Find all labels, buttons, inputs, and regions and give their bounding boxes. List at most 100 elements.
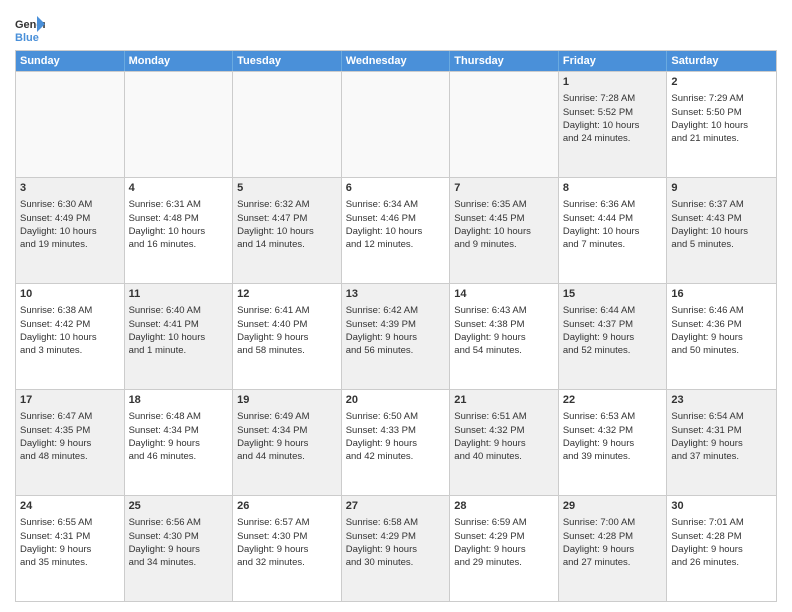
calendar-cell: 19Sunrise: 6:49 AMSunset: 4:34 PMDayligh… — [233, 390, 342, 495]
day-info: Sunrise: 7:01 AM — [671, 516, 772, 529]
day-info: Sunrise: 7:28 AM — [563, 92, 663, 105]
day-info: Daylight: 9 hours — [129, 437, 229, 450]
day-info: and 37 minutes. — [671, 450, 772, 463]
day-info: Daylight: 9 hours — [563, 437, 663, 450]
day-info: and 34 minutes. — [129, 556, 229, 569]
day-info: and 54 minutes. — [454, 344, 554, 357]
calendar-cell: 13Sunrise: 6:42 AMSunset: 4:39 PMDayligh… — [342, 284, 451, 389]
calendar-cell: 12Sunrise: 6:41 AMSunset: 4:40 PMDayligh… — [233, 284, 342, 389]
header-day-friday: Friday — [559, 51, 668, 71]
calendar-cell — [342, 72, 451, 177]
day-info: Daylight: 10 hours — [20, 331, 120, 344]
logo: General Blue — [15, 14, 49, 44]
day-number: 1 — [563, 75, 663, 90]
calendar-cell: 28Sunrise: 6:59 AMSunset: 4:29 PMDayligh… — [450, 496, 559, 601]
day-info: and 3 minutes. — [20, 344, 120, 357]
day-number: 7 — [454, 181, 554, 196]
day-info: Daylight: 9 hours — [346, 331, 446, 344]
day-info: Daylight: 9 hours — [346, 437, 446, 450]
day-info: Daylight: 9 hours — [454, 437, 554, 450]
page: General Blue SundayMondayTuesdayWednesda… — [0, 0, 792, 612]
calendar: SundayMondayTuesdayWednesdayThursdayFrid… — [15, 50, 777, 602]
day-info: Daylight: 9 hours — [129, 543, 229, 556]
day-info: Daylight: 10 hours — [237, 225, 337, 238]
day-number: 6 — [346, 181, 446, 196]
day-number: 4 — [129, 181, 229, 196]
calendar-cell: 21Sunrise: 6:51 AMSunset: 4:32 PMDayligh… — [450, 390, 559, 495]
day-info: Sunrise: 6:44 AM — [563, 304, 663, 317]
day-info: Sunrise: 7:29 AM — [671, 92, 772, 105]
day-number: 26 — [237, 499, 337, 514]
day-info: Sunset: 4:30 PM — [129, 530, 229, 543]
calendar-row-0: 1 Sunrise: 7:28 AMSunset: 5:52 PMDaylight… — [16, 71, 776, 177]
calendar-cell: 1 Sunrise: 7:28 AMSunset: 5:52 PMDaylight… — [559, 72, 668, 177]
calendar-cell: 4Sunrise: 6:31 AMSunset: 4:48 PMDaylight… — [125, 178, 234, 283]
day-info: and 56 minutes. — [346, 344, 446, 357]
day-info: Sunrise: 6:53 AM — [563, 410, 663, 423]
day-info: and 35 minutes. — [20, 556, 120, 569]
day-info: Daylight: 10 hours — [346, 225, 446, 238]
day-info: Daylight: 9 hours — [346, 543, 446, 556]
calendar-cell: 17Sunrise: 6:47 AMSunset: 4:35 PMDayligh… — [16, 390, 125, 495]
day-info: Sunrise: 6:32 AM — [237, 198, 337, 211]
day-info: and 14 minutes. — [237, 238, 337, 251]
day-info: Sunset: 4:43 PM — [671, 212, 772, 225]
calendar-cell — [450, 72, 559, 177]
day-info: Sunrise: 6:58 AM — [346, 516, 446, 529]
day-info: Daylight: 10 hours — [563, 119, 663, 132]
day-number: 8 — [563, 181, 663, 196]
calendar-row-1: 3Sunrise: 6:30 AMSunset: 4:49 PMDaylight… — [16, 177, 776, 283]
day-info: Sunrise: 6:56 AM — [129, 516, 229, 529]
day-info: and 7 minutes. — [563, 238, 663, 251]
day-number: 17 — [20, 393, 120, 408]
calendar-cell: 26Sunrise: 6:57 AMSunset: 4:30 PMDayligh… — [233, 496, 342, 601]
day-info: and 30 minutes. — [346, 556, 446, 569]
calendar-body: 1Sunrise: 7:28 AMSunset: 5:52 PMDaylight… — [16, 71, 776, 601]
day-info: Daylight: 9 hours — [563, 543, 663, 556]
day-number: 10 — [20, 287, 120, 302]
day-number: 16 — [671, 287, 772, 302]
day-info: Daylight: 9 hours — [454, 331, 554, 344]
day-info: Sunset: 4:36 PM — [671, 318, 772, 331]
calendar-cell: 8Sunrise: 6:36 AMSunset: 4:44 PMDaylight… — [559, 178, 668, 283]
calendar-cell: 25 Sunrise: 6:56 AMSunset: 4:30 PMDayligh… — [125, 496, 234, 601]
day-info: Sunrise: 6:57 AM — [237, 516, 337, 529]
header-day-sunday: Sunday — [16, 51, 125, 71]
day-info: Sunrise: 7:00 AM — [563, 516, 663, 529]
day-info: Sunrise: 6:30 AM — [20, 198, 120, 211]
calendar-cell: 29Sunrise: 7:00 AMSunset: 4:28 PMDayligh… — [559, 496, 668, 601]
day-info: Sunrise: 6:40 AM — [129, 304, 229, 317]
day-info: Sunset: 4:48 PM — [129, 212, 229, 225]
day-info: Sunset: 4:31 PM — [20, 530, 120, 543]
day-info: Sunset: 4:38 PM — [454, 318, 554, 331]
day-info: Daylight: 9 hours — [237, 331, 337, 344]
header-day-monday: Monday — [125, 51, 234, 71]
day-info: Sunset: 4:42 PM — [20, 318, 120, 331]
day-info: Daylight: 10 hours — [129, 225, 229, 238]
day-info: Sunrise: 6:41 AM — [237, 304, 337, 317]
day-info: and 24 minutes. — [563, 132, 663, 145]
day-info: and 27 minutes. — [563, 556, 663, 569]
day-info: Daylight: 10 hours — [20, 225, 120, 238]
day-number: 5 — [237, 181, 337, 196]
day-info: Sunrise: 6:54 AM — [671, 410, 772, 423]
day-number: 28 — [454, 499, 554, 514]
day-info: Sunset: 4:29 PM — [454, 530, 554, 543]
day-info: Daylight: 9 hours — [671, 437, 772, 450]
day-info: and 12 minutes. — [346, 238, 446, 251]
day-number: 13 — [346, 287, 446, 302]
calendar-cell: 5Sunrise: 6:32 AMSunset: 4:47 PMDaylight… — [233, 178, 342, 283]
day-number: 25 — [129, 499, 229, 514]
day-info: Sunrise: 6:48 AM — [129, 410, 229, 423]
day-number: 14 — [454, 287, 554, 302]
day-number: 18 — [129, 393, 229, 408]
day-info: Daylight: 10 hours — [563, 225, 663, 238]
calendar-cell: 16Sunrise: 6:46 AMSunset: 4:36 PMDayligh… — [667, 284, 776, 389]
svg-text:Blue: Blue — [15, 32, 39, 44]
calendar-cell: 27Sunrise: 6:58 AMSunset: 4:29 PMDayligh… — [342, 496, 451, 601]
header-day-tuesday: Tuesday — [233, 51, 342, 71]
day-info: Sunset: 5:52 PM — [563, 106, 663, 119]
day-info: Daylight: 9 hours — [671, 543, 772, 556]
day-info: Daylight: 9 hours — [20, 543, 120, 556]
day-info: Sunset: 4:29 PM — [346, 530, 446, 543]
